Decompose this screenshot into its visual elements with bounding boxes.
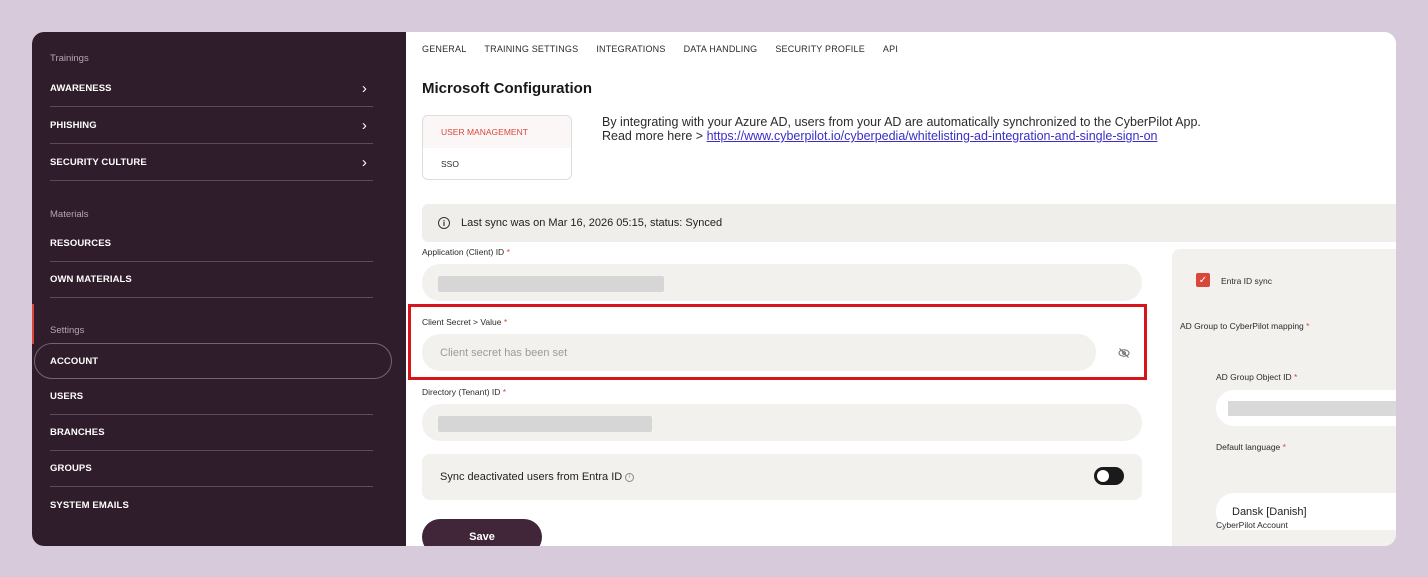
tab-data-handling[interactable]: DATA HANDLING bbox=[684, 44, 758, 54]
sidebar-item-label: RESOURCES bbox=[50, 238, 112, 249]
sidebar-section-trainings: Trainings bbox=[50, 53, 89, 64]
info-icon: i bbox=[438, 217, 450, 229]
sidebar-item-branches[interactable]: BRANCHES bbox=[50, 415, 373, 451]
screenshot-frame: Trainings AWARENESS › PHISHING › SECURIT… bbox=[0, 0, 1428, 577]
sidebar-section-materials: Materials bbox=[50, 209, 89, 220]
tab-training-settings[interactable]: TRAINING SETTINGS bbox=[484, 44, 578, 54]
tab-general[interactable]: GENERAL bbox=[422, 44, 466, 54]
client-id-field[interactable] bbox=[422, 264, 1142, 301]
sidebar-item-groups[interactable]: GROUPS bbox=[50, 451, 373, 487]
sidebar-item-own-materials[interactable]: OWN MATERIALS bbox=[50, 262, 373, 298]
settings-tabs: GENERAL TRAINING SETTINGS INTEGRATIONS D… bbox=[422, 44, 898, 54]
sidebar-item-label: BRANCHES bbox=[50, 427, 105, 438]
chevron-right-icon: › bbox=[361, 80, 367, 97]
sidebar-item-label: OWN MATERIALS bbox=[50, 274, 132, 285]
page-title: Microsoft Configuration bbox=[422, 80, 592, 97]
redacted-value bbox=[438, 276, 664, 292]
sidebar-item-users[interactable]: USERS bbox=[50, 379, 373, 415]
sync-deactivated-label: Sync deactivated users from Entra ID bbox=[440, 471, 623, 483]
tenant-id-field[interactable] bbox=[422, 404, 1142, 441]
active-indicator bbox=[32, 304, 34, 344]
description-text: By integrating with your Azure AD, users… bbox=[602, 115, 1201, 129]
toggle-knob bbox=[1097, 470, 1109, 482]
redacted-value bbox=[1228, 401, 1396, 416]
info-icon[interactable]: i bbox=[625, 472, 635, 482]
sidebar: Trainings AWARENESS › PHISHING › SECURIT… bbox=[32, 32, 406, 546]
client-id-label: Application (Client) ID * bbox=[422, 247, 510, 257]
chevron-right-icon: › bbox=[361, 117, 367, 134]
app-window: Trainings AWARENESS › PHISHING › SECURIT… bbox=[32, 32, 1396, 546]
sidebar-item-resources[interactable]: RESOURCES bbox=[50, 226, 373, 262]
eye-off-icon[interactable] bbox=[1118, 347, 1130, 359]
config-subtabs: USER MANAGEMENT SSO bbox=[422, 115, 572, 180]
read-more-line: Read more here > https://www.cyberpilot.… bbox=[602, 129, 1201, 143]
subtab-user-management[interactable]: USER MANAGEMENT bbox=[423, 116, 571, 148]
subtab-sso[interactable]: SSO bbox=[423, 148, 571, 180]
tab-integrations[interactable]: INTEGRATIONS bbox=[596, 44, 665, 54]
cyberpilot-account-label: CyberPilot Account bbox=[1216, 520, 1288, 530]
integration-description: By integrating with your Azure AD, users… bbox=[602, 115, 1201, 143]
sync-status-bar: i Last sync was on Mar 16, 2026 05:15, s… bbox=[422, 204, 1396, 242]
group-object-id-field[interactable] bbox=[1216, 390, 1396, 426]
tenant-id-label: Directory (Tenant) ID * bbox=[422, 387, 507, 397]
redacted-value bbox=[438, 416, 652, 432]
tab-security-profile[interactable]: SECURITY PROFILE bbox=[775, 44, 865, 54]
sidebar-item-label: SYSTEM EMAILS bbox=[50, 499, 129, 511]
sync-deactivated-row: Sync deactivated users from Entra ID i bbox=[422, 454, 1142, 500]
sidebar-item-security-culture[interactable]: SECURITY CULTURE › bbox=[50, 145, 373, 181]
sidebar-item-label: USERS bbox=[50, 391, 84, 402]
save-button[interactable]: Save bbox=[422, 519, 542, 546]
chevron-right-icon: › bbox=[361, 154, 367, 171]
default-language-label: Default language * bbox=[1216, 442, 1286, 452]
sync-status-text: Last sync was on Mar 16, 2026 05:15, sta… bbox=[461, 217, 723, 229]
group-object-id-label: AD Group Object ID * bbox=[1216, 372, 1298, 382]
sidebar-item-label: AWARENESS bbox=[50, 83, 112, 94]
mapping-label: AD Group to CyberPilot mapping * bbox=[1180, 321, 1310, 331]
sidebar-item-label: GROUPS bbox=[50, 463, 92, 474]
client-secret-label: Client Secret > Value * bbox=[422, 317, 508, 327]
read-more-prefix: Read more here > bbox=[602, 129, 707, 143]
read-more-link[interactable]: https://www.cyberpilot.io/cyberpedia/whi… bbox=[707, 129, 1158, 143]
sidebar-section-settings: Settings bbox=[50, 325, 85, 336]
sidebar-item-label: PHISHING bbox=[50, 120, 97, 131]
entra-sync-label: Entra ID sync bbox=[1221, 276, 1273, 286]
sidebar-item-label: SECURITY CULTURE bbox=[50, 157, 147, 168]
tab-api[interactable]: API bbox=[883, 44, 898, 54]
sync-deactivated-toggle[interactable] bbox=[1094, 467, 1124, 485]
sidebar-item-phishing[interactable]: PHISHING › bbox=[50, 108, 373, 144]
group-mapping-panel: ✓ Entra ID sync AD Group to CyberPilot m… bbox=[1172, 249, 1396, 546]
sidebar-item-account[interactable]: ACCOUNT bbox=[50, 343, 373, 379]
sidebar-item-label: ACCOUNT bbox=[50, 355, 99, 367]
sidebar-item-awareness[interactable]: AWARENESS › bbox=[50, 71, 373, 107]
client-secret-field[interactable]: Client secret has been set bbox=[422, 334, 1096, 371]
sidebar-item-system-emails[interactable]: SYSTEM EMAILS bbox=[50, 487, 373, 523]
entra-sync-checkbox[interactable]: ✓ bbox=[1196, 273, 1210, 287]
main-content: GENERAL TRAINING SETTINGS INTEGRATIONS D… bbox=[406, 32, 1396, 546]
